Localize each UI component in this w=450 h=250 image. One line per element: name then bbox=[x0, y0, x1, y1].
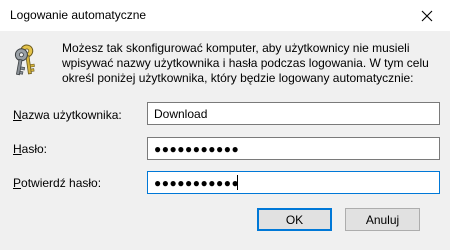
confirm-password-label-text: otwierdź hasło: bbox=[21, 176, 102, 190]
instructions-text: Możesz tak skonfigurować komputer, aby u… bbox=[62, 41, 429, 85]
password-label-accesskey: H bbox=[13, 142, 22, 156]
username-field[interactable] bbox=[147, 102, 440, 125]
text-caret bbox=[237, 175, 238, 190]
close-icon bbox=[421, 10, 433, 21]
username-label-accesskey: N bbox=[13, 108, 22, 122]
password-mask: ●●●●●●●●●●● bbox=[154, 142, 240, 156]
confirm-password-field[interactable]: ●●●●●●●●●●● bbox=[147, 171, 440, 194]
confirm-password-label: Potwierdź hasło: bbox=[13, 176, 101, 190]
autologon-dialog: Logowanie automatyczne Możesz tak skonfi… bbox=[0, 0, 450, 250]
window-title: Logowanie automatyczne bbox=[10, 8, 147, 22]
password-field[interactable]: ●●●●●●●●●●● bbox=[147, 137, 440, 160]
ok-button[interactable]: OK bbox=[257, 208, 332, 231]
password-label-text: asło: bbox=[21, 142, 48, 156]
close-button[interactable] bbox=[404, 0, 450, 31]
keys-icon bbox=[14, 44, 35, 76]
username-label: Nazwa użytkownika: bbox=[13, 108, 122, 122]
confirm-password-mask: ●●●●●●●●●●● bbox=[154, 176, 240, 190]
confirm-password-label-accesskey: P bbox=[13, 176, 22, 190]
cancel-button[interactable]: Anuluj bbox=[345, 208, 420, 231]
password-label: Hasło: bbox=[13, 142, 47, 156]
username-label-text: azwa użytkownika: bbox=[21, 108, 122, 122]
title-bar[interactable]: Logowanie automatyczne bbox=[0, 0, 450, 31]
